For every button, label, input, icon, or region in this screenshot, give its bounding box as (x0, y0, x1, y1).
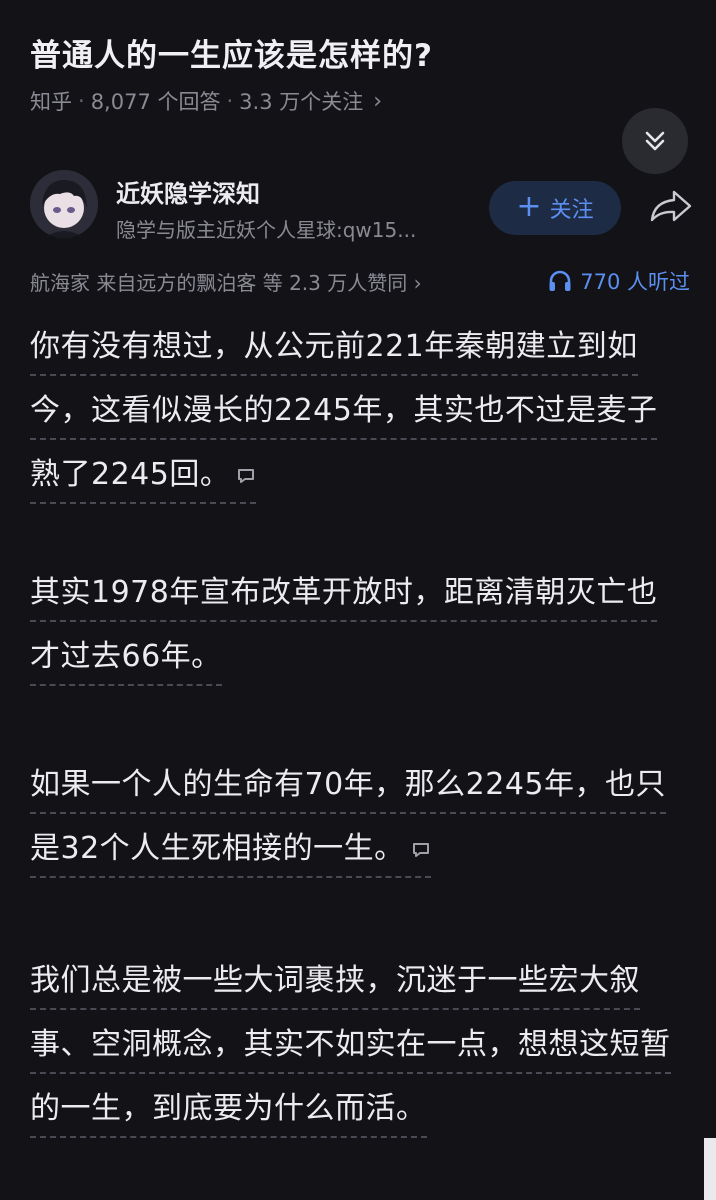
double-chevron-down-icon (645, 131, 665, 151)
paragraph-line-text: 是32个人生死相接的一生。 (30, 831, 405, 866)
paragraph-line: 如果一个人的生命有70年，那么2245年，也只 (30, 760, 667, 814)
meta-separator: · (78, 89, 85, 113)
scroll-indicator[interactable] (704, 1138, 716, 1200)
question-meta[interactable]: 知乎 · 8,077 个回答 · 3.3 万个关注 › (30, 86, 382, 116)
answer-paragraph: 其实1978年宣布改革开放时，距离清朝灭亡也 才过去66年。 (30, 568, 692, 686)
avatar-image (30, 170, 98, 238)
meta-separator: · (226, 89, 234, 113)
comment-bubble-icon[interactable] (411, 841, 431, 859)
paragraph-line: 其实1978年宣布改革开放时，距离清朝灭亡也 (30, 568, 658, 622)
collapse-button[interactable] (622, 108, 688, 174)
paragraph-line: 是32个人生死相接的一生。 (30, 824, 431, 878)
author-name[interactable]: 近妖隐学深知 (116, 174, 260, 209)
author-bio: 隐学与版主近妖个人星球:qw15... (116, 218, 417, 242)
follow-button[interactable]: + 关注 (489, 181, 621, 235)
source-label: 知乎 (30, 90, 72, 114)
author-avatar[interactable] (30, 170, 98, 238)
likes-text: 航海家 来自远方的飘泊客 等 2.3 万人赞同 (30, 271, 408, 295)
chevron-right-icon: › (373, 88, 383, 114)
comment-bubble-icon[interactable] (236, 467, 256, 485)
paragraph-line: 我们总是被一些大词裹挟，沉迷于一些宏大叙 (30, 956, 640, 1010)
share-arrow-icon[interactable] (646, 186, 694, 226)
follower-count: 3.3 万个关注 (239, 90, 364, 114)
headphones-icon (549, 270, 571, 291)
chevron-right-icon: › (413, 271, 422, 295)
paragraph-line: 熟了2245回。 (30, 450, 257, 504)
answer-count: 8,077 个回答 (90, 90, 221, 114)
listen-count[interactable]: 770 人听过 (548, 266, 690, 296)
paragraph-line: 事、空洞概念，其实不如实在一点，想想这短暂 (30, 1020, 671, 1074)
paragraph-line-text: 熟了2245回。 (30, 457, 231, 492)
paragraph-line: 今，这看似漫长的2245年，其实也不过是麦子 (30, 386, 658, 440)
paragraph-line: 才过去66年。 (30, 632, 222, 686)
answer-paragraph: 我们总是被一些大词裹挟，沉迷于一些宏大叙 事、空洞概念，其实不如实在一点，想想这… (30, 956, 692, 1138)
answer-page: 普通人的一生应该是怎样的? 知乎 · 8,077 个回答 · 3.3 万个关注 … (0, 0, 716, 1200)
paragraph-line: 的一生，到底要为什么而活。 (30, 1084, 427, 1138)
plus-icon: + (516, 188, 542, 224)
follow-label: 关注 (549, 198, 594, 223)
listen-text: 770 人听过 (580, 270, 690, 294)
answer-paragraph: 如果一个人的生命有70年，那么2245年，也只 是32个人生死相接的一生。 (30, 760, 692, 878)
paragraph-line: 你有没有想过，从公元前221年秦朝建立到如 (30, 322, 638, 376)
question-title[interactable]: 普通人的一生应该是怎样的? (30, 30, 433, 75)
answer-paragraph: 你有没有想过，从公元前221年秦朝建立到如 今，这看似漫长的2245年，其实也不… (30, 322, 692, 504)
likes-summary[interactable]: 航海家 来自远方的飘泊客 等 2.3 万人赞同 › (30, 267, 422, 296)
